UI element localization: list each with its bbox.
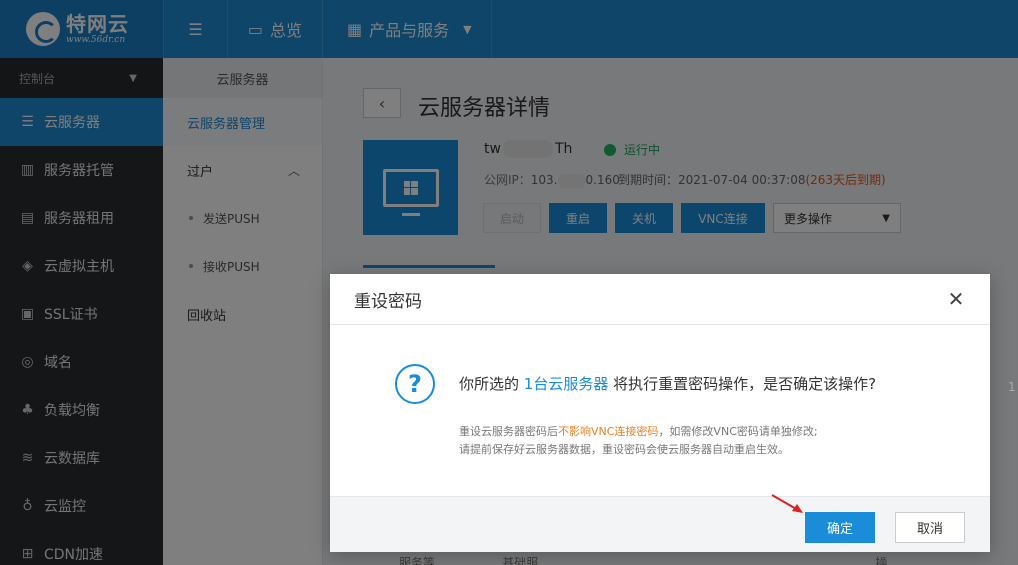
server-count-highlight: 1台云服务器 [523,375,609,393]
question-text: 将执行重置密码操作，是否确定该操作? [613,375,877,393]
note-line-1: 重设云服务器密码后不影响VNC连接密码，如需修改VNC密码请单独修改; [459,423,818,441]
dialog-footer: 确定 取消 [330,496,990,552]
confirm-button[interactable]: 确定 [805,512,875,543]
background-cell: 1 [1008,380,1016,394]
note-text: 重设云服务器密码后 [459,425,558,438]
confirm-question: 你所选的 1台云服务器 将执行重置密码操作，是否确定该操作? [459,373,876,394]
reset-password-dialog: 重设密码 ✕ ? 你所选的 1台云服务器 将执行重置密码操作，是否确定该操作? … [330,274,990,552]
dialog-title: 重设密码 [354,291,422,312]
dialog-note: 重设云服务器密码后不影响VNC连接密码，如需修改VNC密码请单独修改; 请提前保… [459,423,818,459]
note-text: ，如需修改VNC密码请单独修改; [658,425,818,438]
question-text: 你所选的 [459,375,520,393]
note-line-2: 请提前保存好云服务器数据，重设密码会使云服务器自动重启生效。 [459,443,789,456]
close-icon[interactable]: ✕ [946,287,966,311]
question-icon: ? [395,364,435,404]
note-warning: 不影响VNC连接密码 [558,425,659,438]
dialog-header: 重设密码 ✕ [330,274,990,325]
cancel-button[interactable]: 取消 [895,512,965,543]
annotation-arrow-icon [771,494,803,513]
